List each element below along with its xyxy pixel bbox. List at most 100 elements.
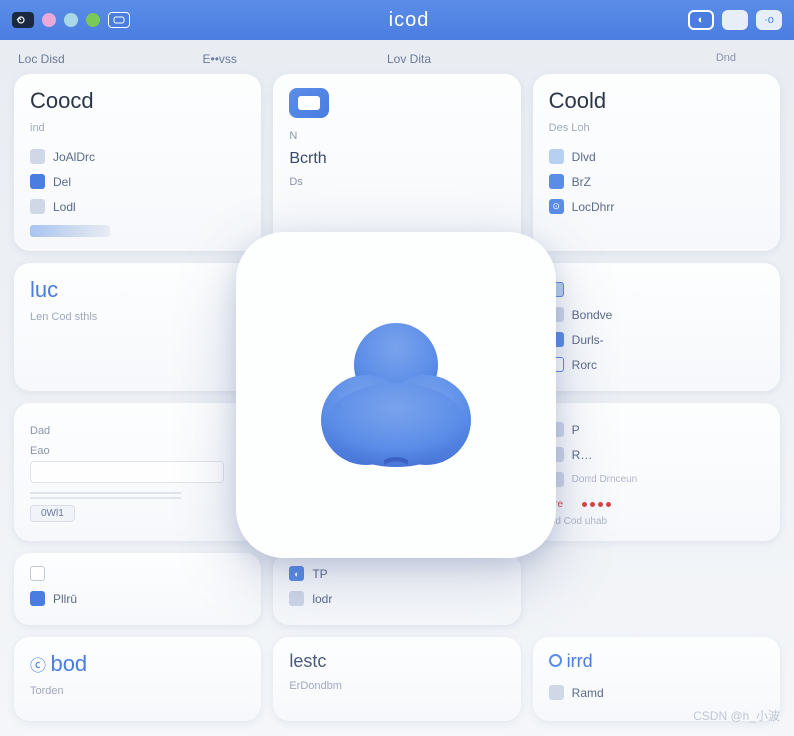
column-headers: Loc Disd E••vss Lov Dita Dnd [14,52,780,66]
card-sub: ind [30,122,245,134]
watermark: CSDN @h_小波 [693,707,780,724]
card-pllru[interactable]: Pllrū [14,553,261,625]
form-label: Dad [30,425,245,437]
topbar-action-1[interactable]: ◐ [688,10,714,30]
cloud-icon [306,310,486,480]
card-title: irrd [549,651,764,672]
card-title: luc [30,277,245,303]
item-label: LocDhrr [572,200,615,214]
app-logo-icon[interactable] [12,12,34,28]
topbar-right: ◐ ·o [688,10,782,30]
list-item[interactable]: Del [30,169,245,194]
item-label: P [572,423,580,437]
item-label: Bondve [572,308,613,322]
card-sub: Des Loh [549,122,764,134]
list-item[interactable]: Durls- [549,327,764,352]
list-item[interactable]: JoAlDrc [30,144,245,169]
card-title: Coold [549,88,764,114]
card-coold[interactable]: Coold Des Loh Dlvd BrZ ⊙ LocDhrr [533,74,780,251]
header-col2: E••vss [193,52,378,66]
traffic-dot-3[interactable] [86,13,100,27]
item-label: Ramd [572,686,604,700]
list-item[interactable] [549,277,764,302]
card-rorc[interactable]: Bondve Durls- Rorc [533,263,780,391]
item-label: JoAlDrc [53,150,95,164]
item-icon: ◐ [289,566,304,581]
item-label: R… [572,448,593,462]
card-title: Coocd [30,88,245,114]
item-label: TP [312,567,327,581]
card-title: lestc [289,651,504,672]
topbar-left [12,12,130,28]
card-sub: ErDondbm [289,680,504,692]
list-item[interactable]: Lodl [30,194,245,219]
item-icon [549,174,564,189]
card-lestc[interactable]: lestc ErDondbm [273,637,520,721]
card-sub: Torden [30,685,245,697]
list-item[interactable]: ⊙ LocDhrr [549,194,764,219]
card-title: ⓒ bod [30,651,245,677]
progress-bar [30,225,110,237]
item-icon [289,591,304,606]
circle-icon [549,654,562,667]
list-item[interactable]: lodr [289,586,504,611]
item-icon [30,566,45,581]
form-pill[interactable]: 0Wl1 [30,505,75,522]
line: Ds [289,176,504,188]
card-red[interactable]: P R… Dorrd Drnceun ore Sd Cod uhab [533,403,780,541]
cards-row-4: Pllrū ◐ TP lodr [14,553,780,625]
list-item[interactable]: Rorc [549,352,764,377]
traffic-dot-2[interactable] [64,13,78,27]
app-title: icod [130,9,688,32]
item-icon [549,149,564,164]
item-label: Dlvd [572,150,596,164]
header-col1: Loc Disd [18,52,193,66]
traffic-dot-1[interactable] [42,13,56,27]
red-dots-row: ore [549,492,764,516]
card-bod[interactable]: ⓒ bod Torden [14,637,261,721]
card-tp[interactable]: ◐ TP lodr [273,553,520,625]
card-sub: Len Cod sthls [30,311,245,323]
card-form[interactable]: Dad Eao 0Wl1 [14,403,261,541]
item-label: BrZ [572,175,591,189]
cards-row-1: Coocd ind JoAlDrc Del Lodl N Bcrth Ds Co… [14,74,780,251]
list-item[interactable]: Bondve [549,302,764,327]
form-label: Eao [30,445,245,457]
item-label: Pllrū [53,592,77,606]
cloud-modal[interactable] [236,232,556,558]
list-item[interactable]: Dorrd Drnceun [549,467,764,492]
card-sub-row: Ramd [549,680,764,705]
item-label: lodr [312,592,332,606]
window-icon[interactable] [108,12,130,28]
list-item[interactable]: Dlvd [549,144,764,169]
item-label: Rorc [572,358,597,372]
item-label: Lodl [53,200,76,214]
top-bar: icod ◐ ·o [0,0,794,40]
item-label: Del [53,175,71,189]
topbar-action-3[interactable]: ·o [756,10,782,30]
line: Bcrth [289,150,504,168]
form-line [30,491,181,499]
form-input[interactable] [30,461,224,483]
card-coocd[interactable]: Coocd ind JoAlDrc Del Lodl [14,74,261,251]
cards-row-5: ⓒ bod Torden lestc ErDondbm irrd Ramd [14,637,780,721]
list-item[interactable]: Pllrū [30,586,245,611]
red-dots-icon [582,502,611,507]
card-luc[interactable]: luc Len Cod sthls [14,263,261,391]
item-icon: ⊙ [549,199,564,214]
list-item[interactable]: ◐ TP [289,561,504,586]
topbar-action-2[interactable] [722,10,748,30]
header-col3: Lov Dita [377,52,562,66]
list-item[interactable] [30,561,245,586]
list-item[interactable]: P [549,417,764,442]
item-icon [549,685,564,700]
list-item[interactable]: R… [549,442,764,467]
list-item[interactable]: BrZ [549,169,764,194]
item-icon [30,199,45,214]
item-icon [30,591,45,606]
card-badge[interactable]: N Bcrth Ds [273,74,520,251]
item-label: Dorrd Drnceun [572,474,638,485]
item-icon [30,149,45,164]
badge-icon [289,88,329,118]
header-col4: Dnd [562,52,777,66]
